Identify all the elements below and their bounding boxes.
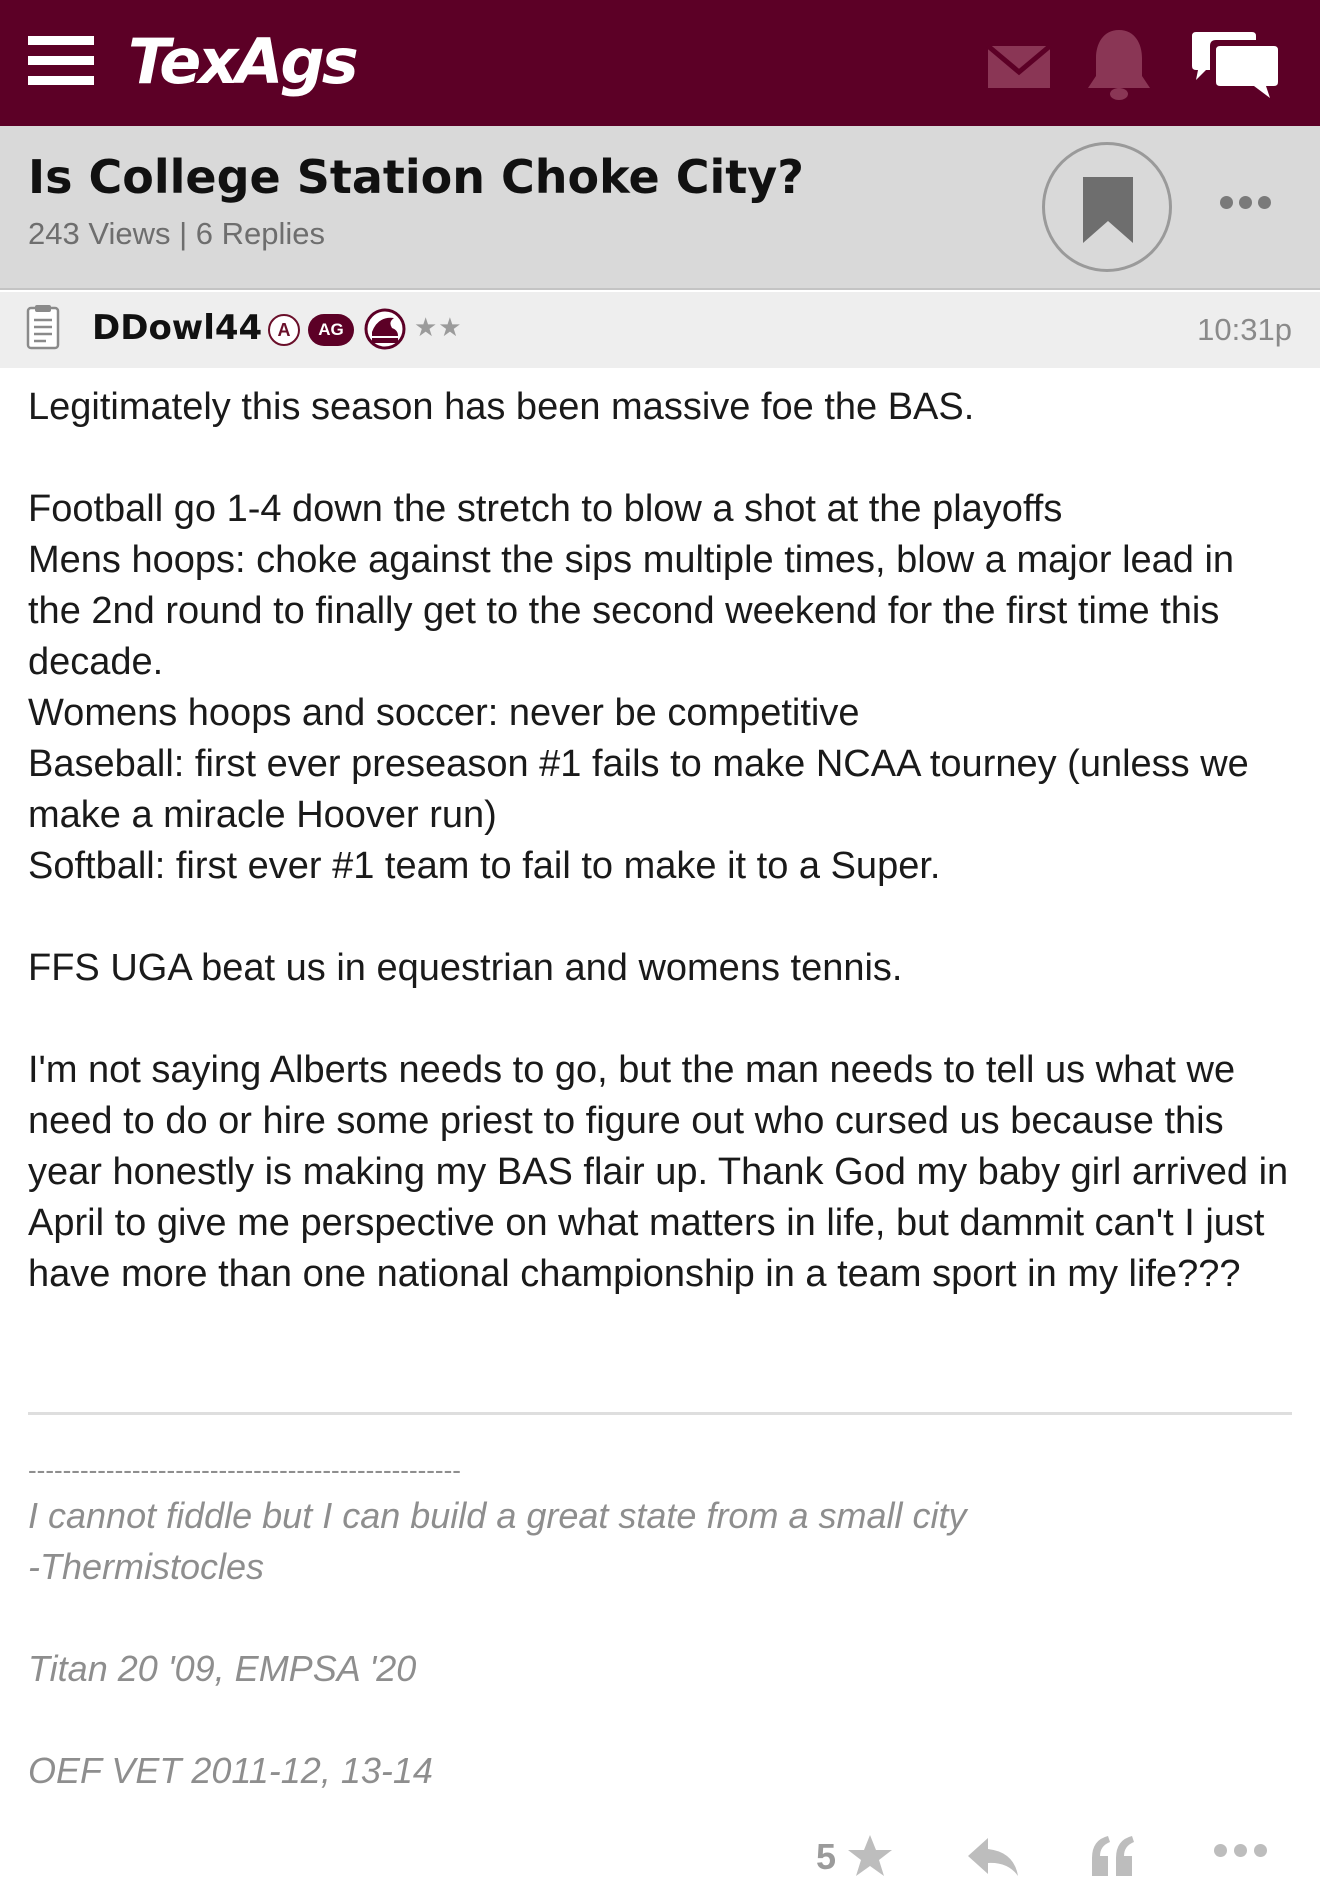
chat-icon[interactable] (1190, 26, 1280, 102)
badge-a: A (268, 314, 300, 346)
hamburger-menu-icon[interactable] (28, 34, 94, 86)
post-more-options-icon[interactable] (1214, 1844, 1272, 1864)
mail-icon[interactable] (986, 26, 1052, 102)
post-time: 10:31p (1197, 312, 1292, 347)
star-icon[interactable] (846, 1832, 894, 1880)
username[interactable]: DDowl44 (92, 308, 262, 348)
post-action-bar: 5 (0, 1826, 1320, 1893)
user-rating-stars: ★★ (414, 312, 463, 342)
post-document-icon (26, 305, 60, 350)
bookmark-icon (1083, 177, 1133, 243)
signature-attribution: -Thermistocles (28, 1546, 265, 1587)
rating-count: 5 (816, 1836, 837, 1877)
thread-title: Is College Station Choke City? (28, 150, 804, 204)
signature-divider (28, 1412, 1292, 1415)
texags-logo[interactable]: TexAgs (128, 22, 359, 102)
reply-icon[interactable] (966, 1832, 1020, 1880)
signature-line: Titan 20 '09, EMPSA '20 (28, 1648, 417, 1689)
post-body: Legitimately this season has been massiv… (28, 382, 1292, 1300)
top-nav-bar: TexAgs (0, 0, 1320, 126)
quote-icon[interactable] (1088, 1832, 1138, 1880)
signature-quote: I cannot fiddle but I can build a great … (28, 1495, 967, 1536)
post-paragraph: Football go 1-4 down the stretch to blow… (28, 488, 1249, 887)
signature-separator: ----------------------------------------… (28, 1455, 461, 1485)
thread-stats: 243 Views | 6 Replies (28, 216, 325, 251)
badge-ag: AG (308, 314, 354, 346)
thread-more-options-icon[interactable] (1218, 188, 1274, 218)
post-paragraph: FFS UGA beat us in equestrian and womens… (28, 947, 903, 989)
post-paragraph: Legitimately this season has been massiv… (28, 386, 975, 428)
bell-icon[interactable] (1082, 26, 1156, 102)
post-header: DDowl44 A AG ★★ 10:31p (0, 292, 1320, 368)
signature: ----------------------------------------… (28, 1450, 1292, 1796)
thread-header: Is College Station Choke City? 243 Views… (0, 126, 1320, 290)
team-logo-badge-icon (364, 308, 406, 350)
signature-line: OEF VET 2011-12, 13-14 (28, 1750, 433, 1791)
bookmark-button[interactable] (1042, 142, 1172, 272)
post-paragraph: I'm not saying Alberts needs to go, but … (28, 1049, 1289, 1295)
